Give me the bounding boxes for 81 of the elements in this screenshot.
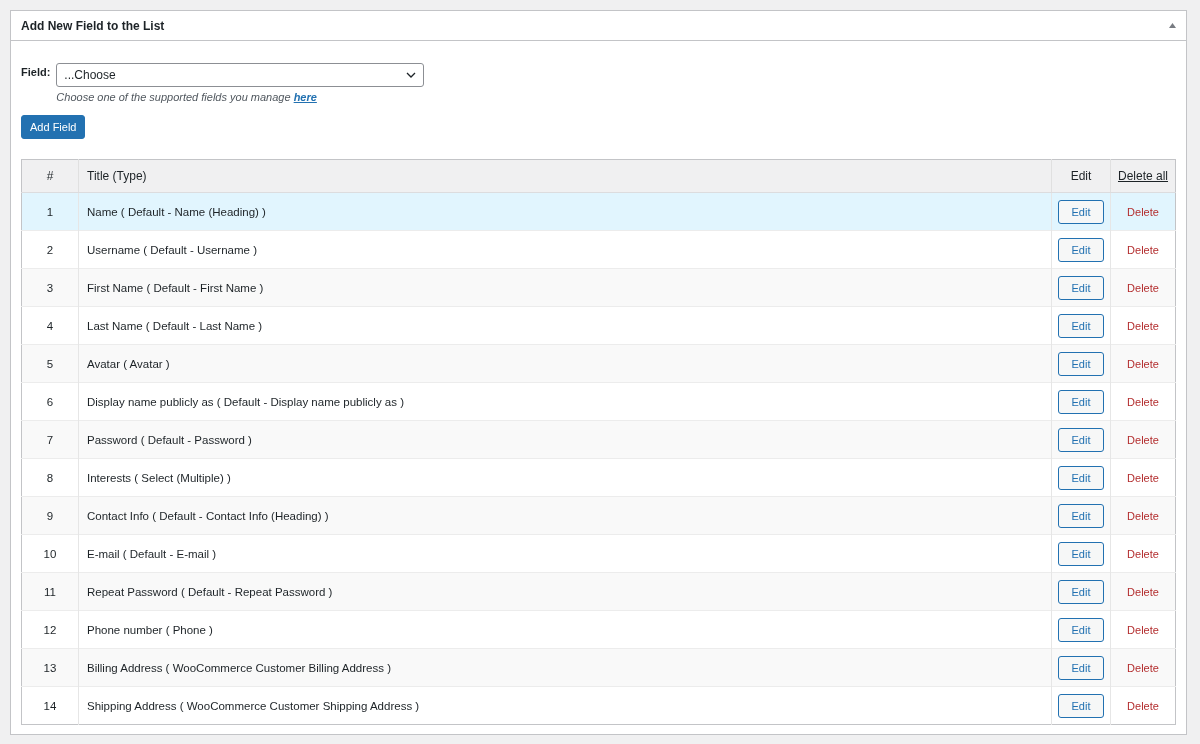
table-row[interactable]: 11 Repeat Password ( Default - Repeat Password ) Edit Delete — [21, 572, 1176, 611]
edit-button[interactable]: Edit — [1058, 237, 1104, 262]
delete-link[interactable]: Delete — [1127, 243, 1159, 256]
delete-link[interactable]: Delete — [1127, 357, 1159, 370]
edit-button[interactable]: Edit — [1058, 275, 1104, 300]
table-row[interactable]: 10 E-mail ( Default - E-mail ) Edit Delete — [21, 534, 1176, 573]
row-number: 9 — [46, 509, 54, 522]
table-row[interactable]: 8 Interests ( Select (Multiple) ) Edit Delete — [21, 458, 1176, 497]
edit-button[interactable]: Edit — [1058, 427, 1104, 452]
edit-button[interactable]: Edit — [1058, 693, 1104, 718]
here-link[interactable]: here — [293, 91, 317, 103]
column-header: # — [46, 169, 54, 183]
field-label: Field: — [21, 65, 51, 78]
row-number: 8 — [46, 471, 54, 484]
table-row[interactable]: 4 Last Name ( Default - Last Name ) Edit Delete — [21, 306, 1176, 345]
collapse-toggle-icon[interactable] — [1169, 23, 1176, 28]
delete-link[interactable]: Delete — [1127, 395, 1159, 408]
row-number: 10 — [43, 547, 57, 560]
row-number: 6 — [46, 395, 54, 408]
table-row[interactable]: 9 Contact Info ( Default - Contact Info (Heading) ) Edit Delete — [21, 496, 1176, 535]
row-number: 14 — [43, 699, 57, 712]
edit-button[interactable]: Edit — [1058, 351, 1104, 376]
field-title: Password ( Default - Password ) — [87, 433, 252, 446]
row-number: 11 — [44, 585, 56, 598]
edit-button[interactable]: Edit — [1058, 617, 1104, 642]
panel-title: Add New Field to the List — [21, 18, 165, 33]
column-header: Edit — [1070, 169, 1092, 183]
field-title: Last Name ( Default - Last Name ) — [87, 319, 263, 332]
row-number: 5 — [46, 357, 54, 370]
field-title: Name ( Default - Name (Heading) ) — [87, 205, 266, 218]
field-title: Display name publicly as ( Default - Display name publicly as ) — [87, 395, 404, 408]
edit-button[interactable]: Edit — [1058, 541, 1104, 566]
edit-button[interactable]: Edit — [1058, 579, 1104, 604]
field-title: First Name ( Default - First Name ) — [87, 281, 264, 294]
edit-button[interactable]: Edit — [1058, 313, 1104, 338]
row-number: 12 — [43, 623, 57, 636]
delete-link[interactable]: Delete — [1127, 661, 1159, 674]
field-title: Interests ( Select (Multiple) ) — [87, 471, 231, 484]
delete-link[interactable]: Delete — [1127, 623, 1159, 636]
table-row[interactable]: 3 First Name ( Default - First Name ) Edit Delete — [21, 268, 1176, 307]
field-title: Shipping Address ( WooCommerce Customer Shipping Address ) — [87, 699, 420, 712]
table-row[interactable]: 13 Billing Address ( WooCommerce Customer Billing Address ) Edit Delete — [21, 648, 1176, 687]
table-row[interactable]: 5 Avatar ( Avatar ) Edit Delete — [21, 344, 1176, 383]
table-row[interactable]: 2 Username ( Default - Username ) Edit Delete — [21, 230, 1176, 269]
edit-button[interactable]: Edit — [1058, 199, 1104, 224]
delete-link[interactable]: Delete — [1127, 699, 1159, 712]
edit-button[interactable]: Edit — [1058, 389, 1104, 414]
add-field-button[interactable]: Add Field — [21, 115, 86, 139]
dropdown-caret-icon — [406, 72, 417, 78]
delete-link[interactable]: Delete — [1127, 509, 1159, 522]
field-title: Repeat Password ( Default - Repeat Password ) — [87, 585, 333, 598]
edit-button[interactable]: Edit — [1058, 465, 1104, 490]
delete-link[interactable]: Delete — [1127, 319, 1159, 332]
field-hint: Choose one of the supported fields you manage here — [56, 91, 318, 103]
field-title: Phone number ( Phone ) — [87, 623, 213, 636]
field-title: Contact Info ( Default - Contact Info (Heading) ) — [87, 509, 329, 522]
delete-link[interactable]: Delete — [1127, 281, 1159, 294]
table-row[interactable]: 12 Phone number ( Phone ) Edit Delete — [21, 610, 1176, 649]
delete-link[interactable]: Delete — [1127, 205, 1159, 218]
table-row[interactable]: 6 Display name publicly as ( Default - Display name publicly as ) Edit Delete — [21, 382, 1176, 421]
row-number: 1 — [46, 205, 54, 218]
delete-link[interactable]: Delete — [1127, 585, 1159, 598]
field-title: E-mail ( Default - E-mail ) — [87, 547, 217, 560]
row-number: 13 — [43, 661, 57, 674]
table-row[interactable]: 1 Name ( Default - Name (Heading) ) Edit Delete — [21, 192, 1176, 231]
edit-button[interactable]: Edit — [1058, 655, 1104, 680]
delete-link[interactable]: Delete — [1127, 547, 1159, 560]
field-select[interactable]: ...Choose — [56, 63, 425, 87]
row-number: 3 — [46, 281, 54, 294]
table-row[interactable]: 14 Shipping Address ( WooCommerce Customer Shipping Address ) Edit Delete — [21, 686, 1176, 725]
table-row[interactable]: 7 Password ( Default - Password ) Edit Delete — [21, 420, 1176, 459]
row-number: 4 — [46, 319, 54, 332]
field-title: Username ( Default - Username ) — [87, 243, 257, 256]
delete-link[interactable]: Delete — [1127, 433, 1159, 446]
field-title: Billing Address ( WooCommerce Customer Billing Address ) — [87, 661, 391, 674]
column-header: Title (Type) — [87, 169, 147, 183]
row-number: 7 — [46, 433, 54, 446]
row-number: 2 — [46, 243, 54, 256]
delete-link[interactable]: Delete — [1127, 471, 1159, 484]
field-title: Avatar ( Avatar ) — [87, 357, 170, 370]
edit-button[interactable]: Edit — [1058, 503, 1104, 528]
